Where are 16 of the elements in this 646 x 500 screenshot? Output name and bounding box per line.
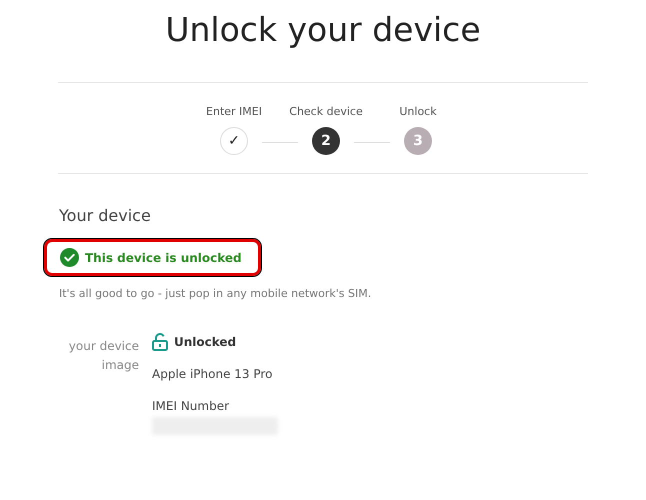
description-text: It's all good to go - just pop in any mobile network's SIM.: [59, 286, 372, 302]
image-alt-text: your device image: [68, 338, 139, 374]
page-title: Unlock your device: [165, 10, 481, 50]
step-marker: 2: [312, 127, 340, 155]
imei-label: IMEI Number: [152, 398, 230, 414]
check-circle-icon: [60, 248, 79, 267]
step-marker: 3: [404, 127, 432, 155]
lock-status: Unlocked: [174, 334, 236, 350]
step-label: Check device: [289, 105, 363, 119]
open-padlock-icon: [152, 332, 168, 350]
step-label: Unlock: [399, 105, 437, 119]
section-title: Your device: [59, 206, 152, 226]
step-label: Enter IMEI: [206, 105, 262, 119]
status-badge: This device is unlocked: [44, 239, 261, 276]
step-marker: ✓: [220, 127, 248, 155]
device-model: Apple iPhone 13 Pro: [152, 366, 274, 382]
